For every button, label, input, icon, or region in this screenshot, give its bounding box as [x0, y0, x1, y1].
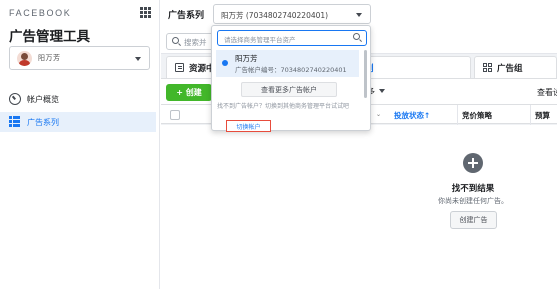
avatar — [17, 51, 32, 66]
column-divider[interactable] — [457, 105, 458, 125]
view-more-accounts-button[interactable]: 查看更多广告帐户 — [241, 82, 337, 97]
sidebar-item-label: 广告系列 — [27, 117, 59, 127]
sidebar-item-label: 帐户概览 — [27, 94, 59, 104]
sidebar: FACEBOOK 广告管理工具 阳万芳 帐户概览 广告系列 — [0, 0, 160, 289]
chevron-down-icon — [356, 13, 362, 17]
create-ad-button[interactable]: 创建广告 — [450, 211, 497, 229]
empty-state-title: 找不到结果 — [451, 184, 495, 194]
ad-account-select-value: 阳万芳 (7034802740220401) — [221, 11, 329, 20]
chevron-down-icon — [135, 57, 141, 61]
create-button[interactable]: + 创建 — [166, 84, 212, 101]
apps-grid-icon[interactable] — [140, 7, 151, 18]
tab-ad-sets[interactable]: 广告组 — [474, 56, 557, 78]
selected-radio-icon — [222, 60, 228, 66]
overview-icon — [9, 93, 21, 105]
dropdown-scrollbar[interactable] — [364, 50, 367, 98]
asset-search-placeholder: 请选择商务管理平台资产 — [224, 36, 296, 44]
top-bar: 广告系列 阳万芳 (7034802740220401) — [161, 0, 557, 28]
dropdown-hint-text: 找不到广告帐户？切换到其他商务管理平台试试吧 — [217, 103, 350, 110]
view-settings-link[interactable]: 查看设 — [537, 87, 557, 98]
account-name: 阳万芳 — [38, 54, 61, 62]
page-title: 广告系列 — [168, 11, 205, 21]
asset-search-input[interactable]: 请选择商务管理平台资产 — [217, 30, 367, 46]
column-bid-strategy[interactable]: 竞价策略 — [462, 110, 492, 121]
search-icon — [353, 33, 360, 40]
ad-account-select[interactable]: 阳万芳 (7034802740220401) — [213, 4, 371, 24]
table-icon — [9, 116, 21, 128]
brand-logo-text: FACEBOOK — [9, 8, 72, 18]
add-circle-icon — [463, 153, 483, 173]
ad-account-dropdown: 请选择商务管理平台资产 阳万芳 广告帐户编号：7034802740220401 … — [211, 25, 371, 132]
empty-state: 找不到结果 你尚未创建任何广告。 创建广告 — [161, 125, 557, 289]
empty-state-subtitle: 你尚未创建任何广告。 — [438, 197, 508, 205]
column-budget[interactable]: 预算 — [535, 110, 550, 121]
tab-label: 广告组 — [497, 63, 523, 74]
document-icon — [175, 63, 184, 72]
sort-chevron-icon[interactable]: ⌄ — [376, 111, 381, 118]
ad-account-option[interactable]: 阳万芳 广告帐户编号：7034802740220401 — [216, 50, 359, 77]
tab-campaigns[interactable]: 列 — [356, 56, 471, 78]
sidebar-item-account-overview[interactable]: 帐户概览 — [0, 89, 156, 109]
search-placeholder: 搜索并 — [184, 38, 207, 47]
grid-icon — [483, 63, 492, 72]
column-delivery-status[interactable]: 投放状态↑ — [394, 110, 430, 121]
column-divider[interactable] — [530, 105, 531, 125]
chevron-down-icon — [379, 89, 385, 93]
select-all-checkbox[interactable] — [170, 110, 180, 120]
app-title: 广告管理工具 — [9, 29, 90, 45]
ad-account-option-id: 广告帐户编号：7034802740220401 — [235, 66, 347, 74]
ad-account-option-name: 阳万芳 — [235, 54, 258, 63]
account-switcher[interactable]: 阳万芳 — [9, 46, 150, 70]
switch-account-link[interactable]: 切换帐户 — [226, 120, 271, 132]
sidebar-item-campaigns[interactable]: 广告系列 — [0, 112, 156, 132]
search-icon — [172, 37, 179, 44]
